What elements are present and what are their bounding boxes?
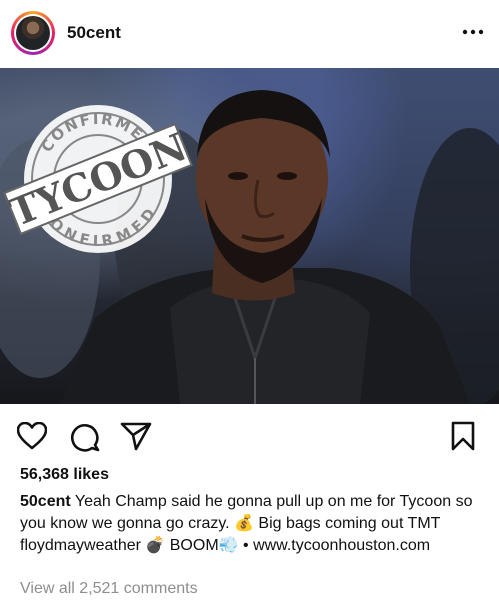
more-options-icon[interactable] [461,22,485,42]
caption-text: Yeah Champ said he gonna pull up on me f… [20,493,473,554]
send-icon[interactable] [120,421,152,451]
post-image[interactable]: CONFIRMED CONFIRMED TYCOON [0,68,499,404]
post-caption: 50cent Yeah Champ said he gonna pull up … [20,491,485,557]
avatar-image [14,14,52,52]
caption-username[interactable]: 50cent [20,493,71,510]
bookmark-icon[interactable] [451,421,475,451]
comment-icon[interactable] [70,422,100,452]
post-photo-art: CONFIRMED CONFIRMED TYCOON [0,90,499,404]
heart-icon[interactable] [17,422,47,450]
avatar[interactable] [11,11,55,55]
username-link[interactable]: 50cent [67,23,121,43]
likes-count[interactable]: 56,368 likes [20,466,109,484]
action-bar [0,404,499,462]
avatar-photo [16,16,50,50]
view-all-comments-link[interactable]: View all 2,521 comments [20,580,198,598]
post-header: 50cent [0,0,499,68]
